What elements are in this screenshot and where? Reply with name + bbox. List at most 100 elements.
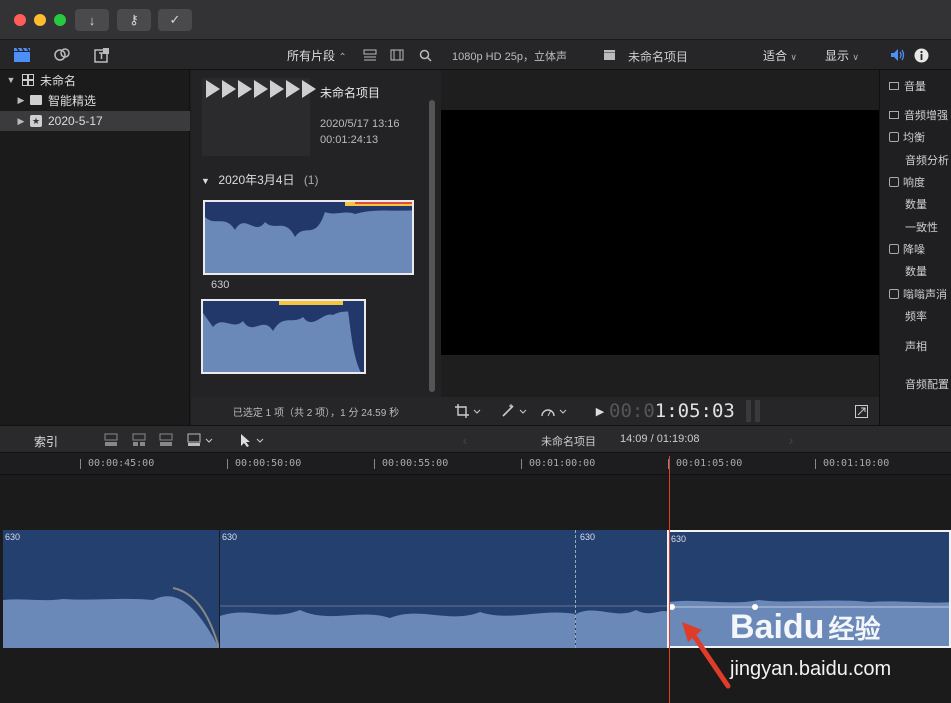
titles-generators-icon[interactable] <box>92 46 112 64</box>
inspector-row[interactable]: 数量 <box>879 193 951 215</box>
timeline-clip-3[interactable]: 630 <box>575 530 667 648</box>
import-button[interactable]: ↓ <box>75 9 109 31</box>
event-star-icon: ★ <box>30 115 42 127</box>
ruler-tick <box>815 459 816 469</box>
disclosure-down-icon[interactable]: ▼ <box>201 176 212 186</box>
checkbox[interactable] <box>889 244 899 254</box>
browser-scrollbar[interactable] <box>429 100 435 392</box>
library-item-label: 智能精选 <box>48 93 97 108</box>
library-item-event[interactable]: ▶ ★ 2020-5-17 <box>0 111 190 131</box>
project-date: 2020/5/17 13:16 <box>320 118 400 130</box>
ruler-tick <box>80 459 81 469</box>
playhead[interactable] <box>669 456 670 703</box>
selection-status: 已选定 1 项（共 2 项），1 分 24.59 秒 <box>232 407 400 419</box>
zoom-window-button[interactable] <box>54 14 66 26</box>
checkbox[interactable] <box>889 289 899 299</box>
inspector-row-label: 均衡 <box>903 132 925 144</box>
effects-wand-icon[interactable] <box>497 402 531 420</box>
inspector-row[interactable]: 一致性 <box>879 216 951 238</box>
background-tasks-button[interactable]: ✓ <box>158 9 192 31</box>
insert-clip-icon[interactable] <box>130 431 148 449</box>
fit-label: 适合 <box>763 49 788 63</box>
checkbox[interactable] <box>889 177 899 187</box>
inspector-row[interactable]: 声相 <box>879 335 951 357</box>
clip-thumbnail-2[interactable] <box>201 299 366 374</box>
clip-name-label: 630 <box>211 279 230 291</box>
library-item-smart-collections[interactable]: ▶ 智能精选 <box>0 90 190 110</box>
audio-inspector-speaker-icon[interactable] <box>889 46 907 64</box>
timeline-position: 14:09 / 01:19:08 <box>620 433 700 445</box>
library-grid-icon <box>20 74 36 86</box>
inspector-row-label: 音频配置 <box>905 379 949 391</box>
append-clip-icon[interactable] <box>157 431 175 449</box>
overwrite-clip-icon[interactable] <box>185 431 215 449</box>
checkmark-circle-icon: ✓ <box>169 12 181 27</box>
timeline-ruler[interactable]: 00:00:45:00 00:00:50:00 00:00:55:00 00:0… <box>0 453 951 475</box>
display-dropdown[interactable]: 显示 ∨ <box>825 47 859 64</box>
inspector-row-label: 音量 <box>904 81 926 93</box>
video-canvas[interactable] <box>441 110 879 355</box>
close-window-button[interactable] <box>14 14 26 26</box>
inspector-row[interactable]: 响度 <box>879 171 951 193</box>
browser-toolbar: 所有片段 ⌃ <box>0 40 441 70</box>
library-item-label: 2020-5-17 <box>48 114 103 128</box>
project-thumbnail[interactable] <box>202 78 316 156</box>
event-group-label: 2020年3月4日 <box>218 173 295 187</box>
info-icon[interactable] <box>912 46 930 64</box>
photos-audio-icon[interactable] <box>52 46 72 64</box>
chevron-left-icon[interactable]: ‹ <box>460 432 470 448</box>
clip-filter-label: 所有片段 <box>287 49 336 63</box>
clip-thumbnail-1[interactable] <box>203 200 414 275</box>
ruler-label: 00:00:45:00 <box>88 458 155 469</box>
library-item-root[interactable]: ▼ 未命名 <box>0 70 190 90</box>
viewer-controls: ▶ 00:01:05:03 <box>441 397 879 425</box>
fullscreen-icon[interactable] <box>853 403 869 419</box>
crop-tool-icon[interactable] <box>451 402 485 420</box>
inspector-row[interactable]: 嗡嗡声消 <box>879 283 951 305</box>
inspector-row[interactable]: 均衡 <box>879 126 951 148</box>
inspector-row[interactable]: 音频配置 <box>879 373 951 395</box>
timeline-clip-1[interactable]: 630 <box>3 530 219 648</box>
timecode-display[interactable]: 00:01:05:03 <box>609 400 735 422</box>
disclosure-right-icon[interactable]: ▶ <box>16 95 26 106</box>
ruler-label: 00:00:55:00 <box>382 458 449 469</box>
baidu-url: jingyan.baidu.com <box>730 658 892 680</box>
project-clapper-icon <box>601 47 617 63</box>
connect-clip-icon[interactable] <box>102 431 120 449</box>
minimize-window-button[interactable] <box>34 14 46 26</box>
section-icon <box>889 82 899 90</box>
filmstrip-view-icon[interactable] <box>388 47 406 63</box>
inspector-row-label: 数量 <box>905 199 927 211</box>
keyword-button[interactable]: ⚷ <box>117 9 151 31</box>
project-duration: 00:01:24:13 <box>320 134 379 146</box>
libraries-clapper-icon[interactable] <box>12 46 32 64</box>
inspector-row-label: 音频分析 <box>905 155 949 167</box>
project-name: 未命名项目 <box>320 86 381 100</box>
inspector-row-label: 降噪 <box>903 244 925 256</box>
chevron-right-icon[interactable]: › <box>786 432 796 448</box>
list-view-icon[interactable] <box>361 47 379 63</box>
inspector-row-label: 频率 <box>905 311 927 323</box>
inspector-row[interactable]: 音频增强 <box>879 104 951 126</box>
select-arrow-tool-icon[interactable] <box>236 431 266 449</box>
inspector-row[interactable]: 音量 <box>879 75 951 97</box>
disclosure-right-icon[interactable]: ▶ <box>16 116 26 127</box>
disclosure-down-icon[interactable]: ▼ <box>6 75 16 85</box>
inspector-row[interactable]: 降噪 <box>879 238 951 260</box>
timeline-clip-2[interactable]: 630 <box>219 530 575 648</box>
format-label: 1080p HD 25p，立体声 <box>452 51 567 63</box>
retime-speed-icon[interactable] <box>537 402 571 420</box>
inspector-row[interactable]: 音频分析 <box>879 149 951 171</box>
chevron-down-icon: ∨ <box>852 52 859 62</box>
play-icon[interactable]: ▶ <box>594 403 606 419</box>
clip-filter-dropdown[interactable]: 所有片段 ⌃ <box>287 47 347 64</box>
inspector-row[interactable]: 频率 <box>879 305 951 327</box>
timeline-index-button[interactable]: 索引 <box>34 433 58 450</box>
checkbox[interactable] <box>889 132 899 142</box>
search-icon[interactable] <box>416 47 434 63</box>
audio-meter-left <box>746 400 751 422</box>
inspector-row[interactable]: 数量 <box>879 260 951 282</box>
event-group-header[interactable]: ▼ 2020年3月4日 (1) <box>201 171 318 188</box>
fit-dropdown[interactable]: 适合 ∨ <box>763 47 797 64</box>
timecode-value: 1:05:03 <box>654 400 735 422</box>
